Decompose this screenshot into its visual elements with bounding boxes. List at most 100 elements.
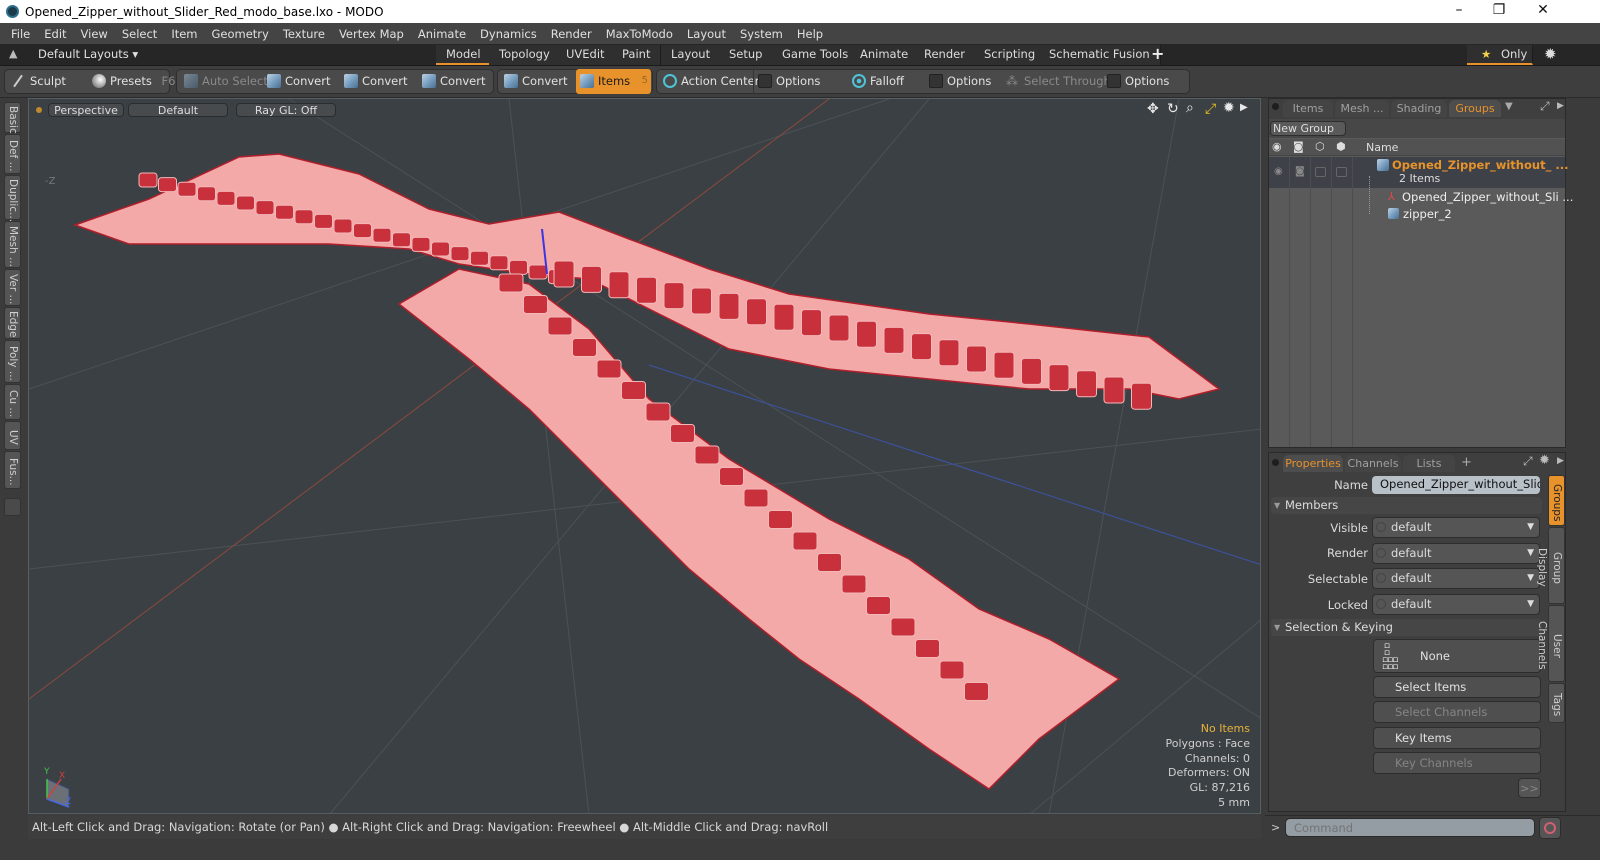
group-visible-eye-icon[interactable]: ◉	[1274, 166, 1283, 177]
viewport-expand-arrow-icon[interactable]: ▶	[1240, 102, 1248, 113]
tab-deform[interactable]: Def ...	[4, 134, 21, 174]
items-mode-button[interactable]: Items 5	[576, 69, 651, 94]
tab-curve[interactable]: Cu ...	[4, 384, 21, 420]
render-dropdown[interactable]: default ▼	[1372, 543, 1540, 564]
side-tab-group-display[interactable]: Group Display	[1536, 527, 1565, 604]
presets-button[interactable]: Presets F6	[88, 69, 175, 94]
falloff-options-button[interactable]: Options	[925, 69, 999, 94]
tab-basic[interactable]: Basic	[4, 102, 21, 134]
menu-view[interactable]: View	[74, 27, 115, 41]
pan-move-icon[interactable]: ✥	[1147, 101, 1159, 117]
tab-lists[interactable]: Lists	[1403, 455, 1455, 472]
more-button[interactable]: >>	[1518, 778, 1541, 798]
menu-help[interactable]: Help	[790, 27, 830, 41]
selection-keying-section-header[interactable]: ▼ Selection & Keying	[1271, 619, 1542, 636]
tab-game-tools[interactable]: Game Tools	[772, 45, 860, 65]
tab-groups[interactable]: Groups	[1449, 100, 1501, 117]
tab-paint[interactable]: Paint	[612, 45, 662, 65]
group-member-item[interactable]: zipper_2	[1403, 207, 1452, 221]
panel-expand-icon[interactable]: ⤢	[1523, 454, 1533, 469]
new-group-button[interactable]: New Group	[1270, 121, 1346, 136]
side-tab-user-channels[interactable]: User Channels	[1536, 605, 1565, 682]
tab-layout[interactable]: Layout	[661, 45, 722, 65]
viewport-settings-gear-icon[interactable]: ✹	[1223, 100, 1235, 116]
shading-dropdown[interactable]: Default	[128, 103, 228, 117]
select-items-button[interactable]: Select Items	[1373, 676, 1541, 698]
tab-schematic-fusion[interactable]: Schematic Fusion	[1039, 45, 1161, 65]
menu-vertex-map[interactable]: Vertex Map	[332, 27, 411, 41]
tab-topology[interactable]: Topology	[489, 45, 561, 65]
tab-properties[interactable]: Properties	[1283, 455, 1343, 472]
record-macro-button[interactable]	[1539, 817, 1561, 839]
tab-setup[interactable]: Setup	[719, 45, 774, 65]
tab-channels[interactable]: Channels	[1345, 455, 1401, 472]
panel-arrow-icon[interactable]: ▶	[1557, 101, 1564, 111]
command-input[interactable]	[1285, 818, 1535, 837]
group-selectable-toggle[interactable]	[1315, 167, 1326, 177]
menu-item[interactable]: Item	[164, 27, 204, 41]
settings-gear-icon[interactable]: ✹	[1544, 45, 1557, 63]
view-mode-dropdown[interactable]: Perspective	[48, 103, 124, 117]
tab-model[interactable]: Model	[436, 45, 492, 65]
sculpt-button[interactable]: Sculpt	[8, 69, 86, 94]
side-tab-groups[interactable]: Groups	[1548, 475, 1565, 526]
3d-viewport[interactable]: -Z Y X Z Perspective Default Ray GL: Off…	[28, 98, 1261, 814]
convert-items-button[interactable]: Convert	[500, 69, 574, 94]
viewport-menu-dot[interactable]	[36, 107, 42, 113]
panel-expand-icon[interactable]: ⤢	[1540, 99, 1550, 114]
zoom-magnifier-icon[interactable]: ⌕	[1186, 100, 1194, 116]
tabs-dropdown-icon[interactable]: ▼	[1505, 101, 1513, 112]
members-section-header[interactable]: ▼ Members	[1271, 497, 1542, 514]
tab-mesh[interactable]: Mesh ...	[4, 221, 21, 268]
tab-edge[interactable]: Edge	[4, 307, 21, 339]
tab-fusion[interactable]: Fus...	[4, 451, 21, 489]
locked-cube-icon[interactable]: ⬢	[1336, 140, 1346, 153]
panel-gear-icon[interactable]: ✹	[1539, 453, 1550, 468]
menu-system[interactable]: System	[733, 27, 790, 41]
side-tab-tags[interactable]: Tags	[1548, 683, 1565, 723]
visibility-eye-icon[interactable]: ◉	[1272, 140, 1282, 153]
locked-dropdown[interactable]: default ▼	[1372, 594, 1540, 615]
tab-polygon[interactable]: Poly ...	[4, 340, 21, 383]
select-through-options-button[interactable]: Options	[1103, 69, 1187, 94]
menu-maxtomodo[interactable]: MaxToModo	[599, 27, 680, 41]
tab-mesh[interactable]: Mesh ...	[1335, 100, 1389, 117]
panel-arrow-icon[interactable]: ▶	[1557, 456, 1564, 466]
key-items-button[interactable]: Key Items	[1373, 727, 1541, 749]
visible-dropdown[interactable]: default ▼	[1372, 517, 1540, 538]
action-center-button[interactable]: Action Center	[659, 69, 759, 94]
close-button[interactable]: ✕	[1520, 0, 1566, 23]
tab-items[interactable]: Items	[1283, 100, 1333, 117]
menu-select[interactable]: Select	[115, 27, 164, 41]
tab-uv[interactable]: UV	[4, 421, 21, 450]
collapse-up-icon[interactable]: ▲	[9, 47, 17, 60]
only-toggle[interactable]: ★ Only	[1467, 45, 1533, 65]
add-tab-button[interactable]: +	[1461, 455, 1472, 470]
maximize-button[interactable]: ❐	[1476, 0, 1522, 23]
group-name[interactable]: Opened_Zipper_without_ ...	[1392, 158, 1568, 172]
convert-polygons-button[interactable]: Convert	[418, 69, 492, 94]
hierarchy-none-button[interactable]: ▫ ▫ ▫▫▫ ▫▫▫ None	[1373, 639, 1541, 673]
rotate-icon[interactable]: ↻	[1167, 101, 1179, 117]
tab-duplicate[interactable]: Duplic...	[4, 175, 21, 222]
group-locked-toggle[interactable]	[1336, 167, 1347, 177]
convert-vertices-button[interactable]: Convert	[263, 69, 337, 94]
menu-dynamics[interactable]: Dynamics	[473, 27, 544, 41]
maximize-viewport-icon[interactable]: ⤢	[1205, 101, 1216, 117]
menu-layout[interactable]: Layout	[680, 27, 733, 41]
menu-animate[interactable]: Animate	[411, 27, 473, 41]
tab-shading[interactable]: Shading	[1391, 100, 1447, 117]
group-render-icon[interactable]: ◙	[1295, 166, 1305, 177]
tab-extra[interactable]	[4, 498, 21, 516]
group-member-item[interactable]: Opened_Zipper_without_Sli ...	[1402, 190, 1573, 204]
panel-menu-dot[interactable]	[1272, 459, 1279, 466]
auto-select-button[interactable]: Auto Select	[180, 69, 268, 94]
panel-menu-dot[interactable]	[1272, 103, 1279, 110]
convert-edges-button[interactable]: Convert	[340, 69, 414, 94]
menu-file[interactable]: File	[4, 27, 37, 41]
add-tab-button[interactable]: +	[1151, 44, 1164, 63]
tab-scripting[interactable]: Scripting	[974, 45, 1047, 65]
menu-render[interactable]: Render	[544, 27, 599, 41]
group-name-field[interactable]: Opened_Zipper_without_Slider_R	[1372, 476, 1540, 494]
action-center-options-button[interactable]: Options	[753, 69, 843, 94]
